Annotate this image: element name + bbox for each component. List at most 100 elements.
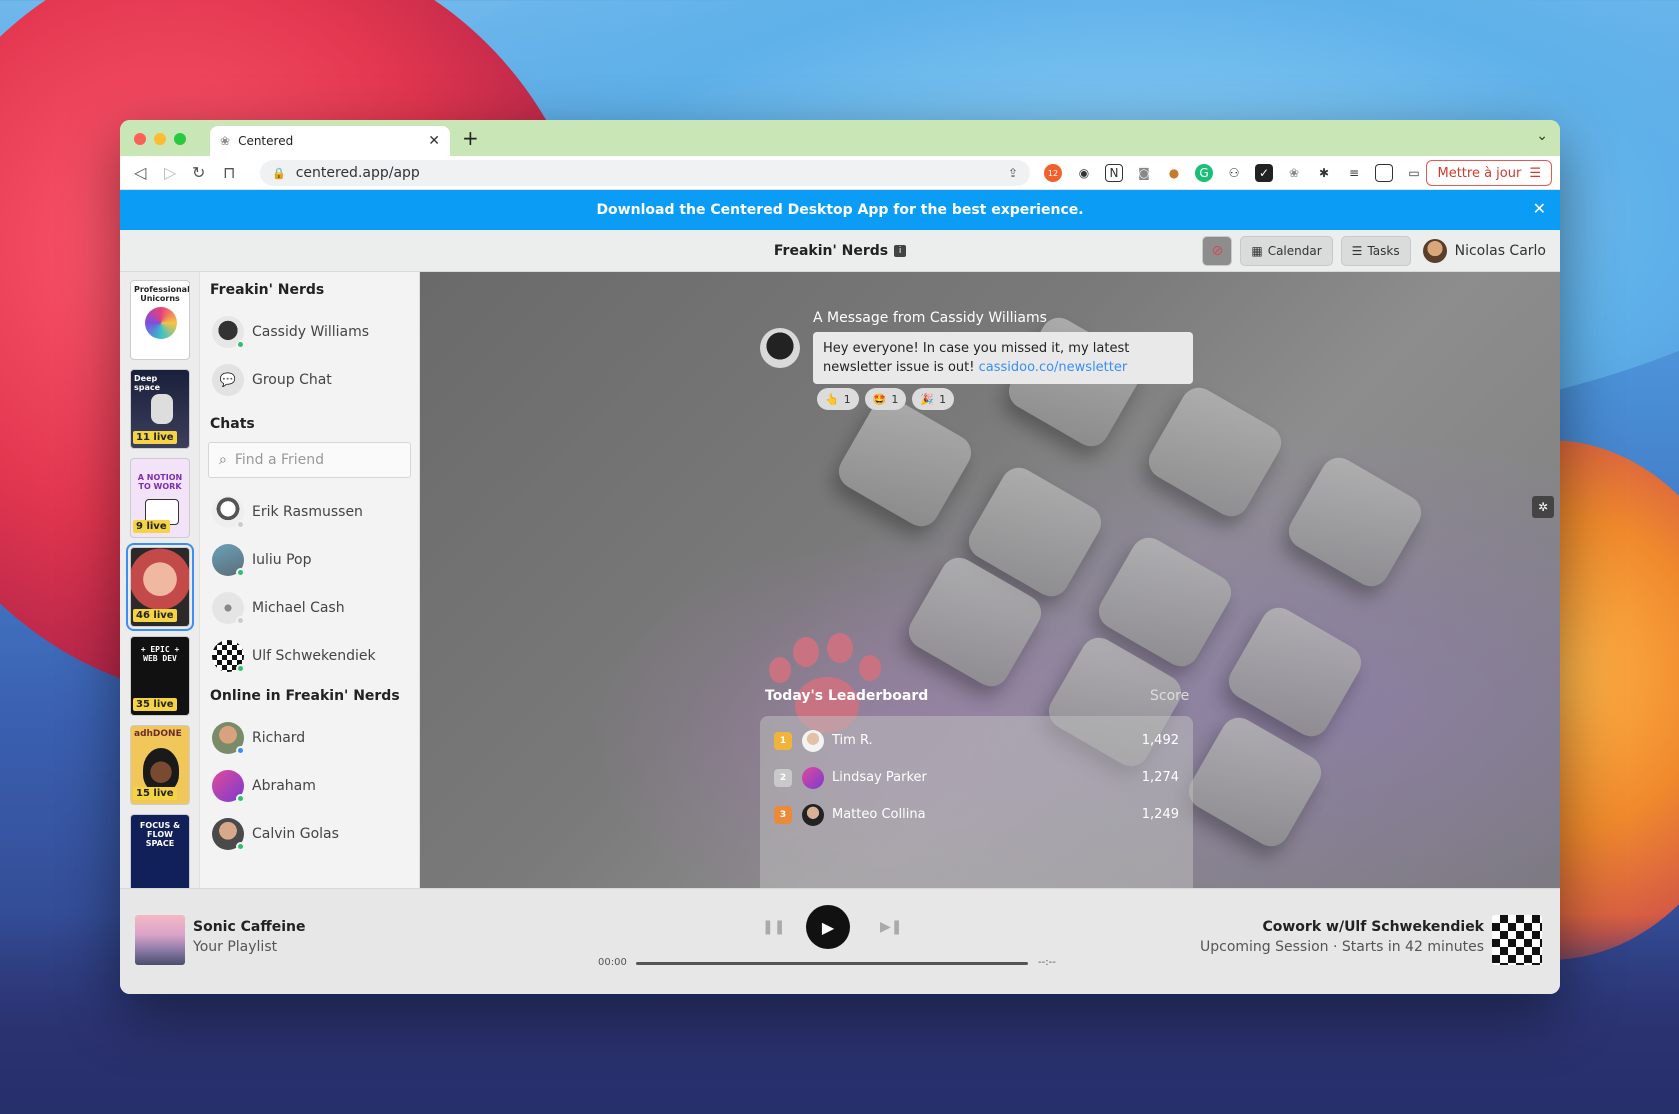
reaction-pill[interactable]: 👆 1	[817, 388, 859, 410]
reaction-count: 1	[891, 392, 899, 406]
member-name: Erik Rasmussen	[252, 504, 363, 520]
chat-item[interactable]: Iuliu Pop	[208, 536, 411, 584]
incognito-icon[interactable]: ⚇	[1225, 164, 1243, 182]
leaderboard-row[interactable]: 1 Tim R. 1,492	[774, 722, 1179, 759]
member-name: Group Chat	[252, 372, 332, 388]
leaderboard-row[interactable]: 3 Matteo Collina 1,249	[774, 796, 1179, 833]
silver-medal-icon: 2	[774, 768, 792, 787]
minimize-window-button[interactable]	[154, 133, 166, 145]
address-bar[interactable]: 🔒 centered.app/app ⇪	[260, 160, 1030, 186]
chat-item[interactable]: Michael Cash	[208, 584, 411, 632]
member-name: Richard	[252, 730, 306, 746]
bronze-medal-icon: 3	[774, 805, 792, 824]
pause-icon[interactable]: ❚❚	[762, 919, 785, 935]
newsletter-link[interactable]: cassidoo.co/newsletter	[979, 360, 1128, 375]
notion-icon[interactable]: N	[1105, 164, 1123, 182]
room-label: + EPIC + WEB DEV	[140, 645, 180, 663]
reaction-pill[interactable]: 🎉 1	[912, 388, 955, 410]
calendar-label: Calendar	[1267, 244, 1322, 258]
member-name: Ulf Schwekendiek	[252, 648, 376, 664]
cookie-icon[interactable]: ●	[1165, 164, 1183, 182]
room-label: adhDONE	[134, 729, 182, 739]
live-count: 46 live	[133, 609, 177, 622]
room-tile[interactable]: FOCUS & FLOW SPACE	[130, 814, 190, 888]
room-label: Professional Unicorns	[134, 285, 190, 303]
camera-icon[interactable]: ◙	[1135, 164, 1153, 182]
online-member-item[interactable]: Richard	[208, 714, 411, 762]
lotus-extension-icon[interactable]: ❀	[1285, 164, 1303, 182]
session-title[interactable]: Cowork w/Ulf Schwekendiek	[1262, 919, 1484, 935]
bug-report-icon[interactable]: ✲	[1532, 496, 1554, 518]
member-name: Cassidy Williams	[252, 324, 370, 340]
friend-search[interactable]: ⌕ Find a Friend	[208, 442, 411, 478]
music-player: Sonic Caffeine Your Playlist ❚❚ ▶ ▶❚ 00:…	[120, 888, 1560, 994]
zoom-window-button[interactable]	[174, 133, 186, 145]
keyboard-key-art	[832, 391, 978, 533]
room-tile[interactable]: adhDONE 15 live	[130, 725, 190, 805]
mute-notifications-button[interactable]: ⊘	[1202, 236, 1233, 266]
forward-icon[interactable]: ▷	[164, 163, 176, 182]
close-window-button[interactable]	[134, 133, 146, 145]
in-session-status-dot	[236, 746, 245, 755]
checkbox-extension-icon[interactable]: ✓	[1255, 164, 1273, 182]
live-count: 15 live	[133, 787, 177, 800]
room-tile[interactable]: 46 live	[126, 543, 194, 631]
offline-status-dot	[236, 616, 245, 625]
leaderboard-row[interactable]: 2 Lindsay Parker 1,274	[774, 759, 1179, 796]
reload-icon[interactable]: ↻	[192, 163, 205, 182]
play-button[interactable]: ▶	[806, 905, 850, 949]
menu-icon: ☰	[1529, 165, 1541, 181]
sidebar-toggle-icon[interactable]	[1375, 164, 1393, 182]
online-status-dot	[236, 842, 245, 851]
group-chat-item[interactable]: 💬 Group Chat	[208, 356, 411, 404]
wallet-icon[interactable]: ▭	[1405, 164, 1423, 182]
app-body: Professional Unicorns Deep space 11 live…	[120, 272, 1560, 888]
share-icon[interactable]: ⇪	[1008, 166, 1018, 180]
app-header: Freakin' Nerds i ⊘ ▦ Calendar ☰ Tasks Ni…	[120, 230, 1560, 272]
playlist-name[interactable]: Your Playlist	[193, 939, 277, 955]
member-item[interactable]: Cassidy Williams	[208, 308, 411, 356]
lotus-icon: ❀	[220, 134, 231, 148]
back-icon[interactable]: ◁	[134, 163, 146, 182]
room-label: FOCUS & FLOW SPACE	[139, 821, 181, 848]
shield-badge: 12	[1047, 168, 1059, 178]
live-count: 9 live	[133, 520, 170, 533]
password-manager-icon[interactable]: ◉	[1075, 164, 1093, 182]
room-tile[interactable]: Professional Unicorns	[130, 280, 190, 360]
header-actions: ⊘ ▦ Calendar ☰ Tasks Nicolas Carlo	[1202, 236, 1546, 266]
playlist-icon[interactable]: ≡	[1345, 164, 1363, 182]
room-tile[interactable]: + EPIC + WEB DEV 35 live	[130, 636, 190, 716]
keyboard-key-art	[1282, 451, 1428, 593]
update-browser-button[interactable]: Mettre à jour ☰	[1426, 160, 1552, 186]
puzzle-icon[interactable]: ✱	[1315, 164, 1333, 182]
online-member-item[interactable]: Abraham	[208, 762, 411, 810]
avatar	[212, 544, 245, 577]
new-tab-button[interactable]: +	[462, 126, 479, 150]
brave-shield-icon[interactable]: 12	[1044, 164, 1062, 182]
member-name: Calvin Golas	[252, 826, 339, 842]
room-tile[interactable]: Deep space 11 live	[130, 369, 190, 449]
skip-next-icon[interactable]: ▶❚	[880, 919, 903, 935]
banner-close-icon[interactable]: ✕	[1533, 199, 1546, 218]
online-status-dot	[236, 794, 245, 803]
calendar-button[interactable]: ▦ Calendar	[1240, 236, 1333, 266]
bookmark-icon[interactable]: ⊓	[223, 163, 235, 182]
online-member-item[interactable]: Calvin Golas	[208, 810, 411, 858]
chat-item[interactable]: Ulf Schwekendiek	[208, 632, 411, 680]
avatar[interactable]	[1492, 915, 1542, 965]
reaction-pill[interactable]: 🤩 1	[864, 388, 907, 410]
grammarly-icon[interactable]: G	[1195, 164, 1213, 182]
room-tile[interactable]: A NOTION TO WORK 9 live	[130, 458, 190, 538]
search-placeholder: Find a Friend	[234, 452, 325, 468]
progress-bar[interactable]	[636, 962, 1028, 965]
user-menu[interactable]: Nicolas Carlo	[1422, 239, 1546, 263]
leaderboard: 1 Tim R. 1,492 2 Lindsay Parker 1,274 3 …	[760, 716, 1193, 888]
tab-list-chevron-icon[interactable]: ⌄	[1536, 128, 1548, 144]
online-status-dot	[236, 568, 245, 577]
close-tab-icon[interactable]: ✕	[428, 133, 440, 149]
tasks-button[interactable]: ☰ Tasks	[1340, 236, 1411, 266]
info-icon[interactable]: i	[894, 244, 907, 257]
banner-text[interactable]: Download the Centered Desktop App for th…	[596, 202, 1083, 218]
browser-tab[interactable]: ❀ Centered ✕	[210, 126, 450, 156]
chat-item[interactable]: Erik Rasmussen	[208, 488, 411, 536]
